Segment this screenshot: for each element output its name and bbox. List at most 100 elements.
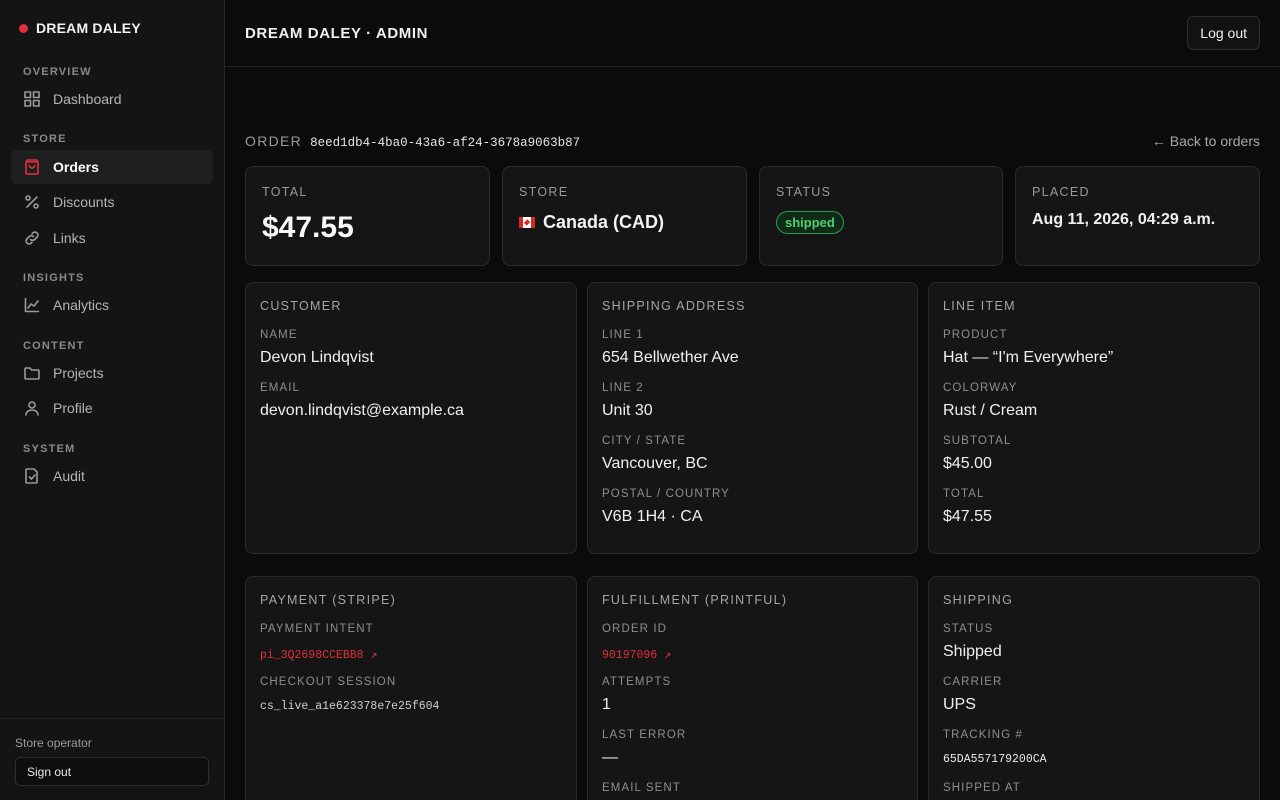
payment-intent-label: PAYMENT INTENT: [260, 623, 374, 635]
user-icon: [23, 399, 41, 417]
sidebar-item-label: Projects: [53, 365, 104, 381]
order-heading: ORDER 8eed1db4-4ba0-43a6-af24-3678a9063b…: [245, 133, 580, 150]
status-card: STATUS shipped: [759, 166, 1003, 266]
sidebar-item-label: Profile: [53, 400, 93, 416]
nav-section-system: SYSTEM: [23, 443, 76, 455]
address-city: Vancouver, BC: [602, 455, 708, 472]
checkout-session-id: cs_live_a1e623378e7e25f604: [260, 700, 440, 713]
sidebar-item-links[interactable]: Links: [11, 221, 213, 255]
order-label: ORDER: [245, 133, 303, 149]
nav-section-store: STORE: [23, 133, 67, 145]
nav-section-overview: OVERVIEW: [23, 66, 92, 78]
name-label: NAME: [260, 329, 298, 341]
brand-name: DREAM DALEY: [36, 20, 141, 36]
placed-value: Aug 11, 2026, 04:29 a.m.: [1032, 211, 1216, 228]
fulfillment-card: FULFILLMENT (PRINTFUL) ORDER ID 90197096…: [587, 576, 918, 800]
address-line2: Unit 30: [602, 402, 653, 419]
order-id: 8eed1db4-4ba0-43a6-af24-3678a9063b87: [310, 136, 581, 150]
fulfillment-title: FULFILLMENT (PRINTFUL): [602, 593, 788, 607]
placed-label: PLACED: [1032, 185, 1090, 199]
colorway-label: COLORWAY: [943, 382, 1018, 394]
checkout-session-label: CHECKOUT SESSION: [260, 676, 397, 688]
brand-dot-icon: [19, 23, 28, 33]
operator-role: Store operator: [15, 736, 92, 750]
sidebar-footer: Store operator Sign out: [0, 718, 224, 800]
status-badge: shipped: [776, 211, 844, 234]
sidebar-item-orders[interactable]: Orders: [11, 150, 213, 184]
customer-title: CUSTOMER: [260, 299, 342, 313]
top-header: DREAM DALEY · ADMIN Log out: [225, 0, 1280, 67]
shipping-card: SHIPPING STATUS Shipped CARRIER UPS TRAC…: [928, 576, 1260, 800]
placed-card: PLACED Aug 11, 2026, 04:29 a.m.: [1015, 166, 1260, 266]
shipped-at-label: SHIPPED AT: [943, 782, 1021, 794]
back-to-orders-link[interactable]: ← Back to orders: [1152, 133, 1260, 149]
page-title: DREAM DALEY · ADMIN: [245, 25, 429, 42]
city-label: CITY / STATE: [602, 435, 687, 447]
payment-intent-link[interactable]: pi_3Q2698CCEBB8 ↗: [260, 647, 377, 662]
total-label: TOTAL: [262, 185, 308, 199]
status-label: STATUS: [776, 185, 832, 199]
sidebar: DREAM DALEY OVERVIEW Dashboard STORE Ord…: [0, 0, 225, 800]
carrier-value: UPS: [943, 696, 976, 713]
sign-out-button[interactable]: Sign out: [15, 757, 209, 786]
address-line1: 654 Bellwether Ave: [602, 349, 739, 366]
sidebar-item-analytics[interactable]: Analytics: [11, 288, 213, 322]
shipping-status-label: STATUS: [943, 623, 994, 635]
tracking-number: 65DA557179200CA: [943, 753, 1047, 766]
carrier-label: CARRIER: [943, 676, 1003, 688]
product-name: Hat — “I'm Everywhere”: [943, 349, 1114, 366]
email-sent-label: EMAIL SENT: [602, 782, 681, 794]
line-item-title: LINE ITEM: [943, 299, 1016, 313]
sidebar-item-discounts[interactable]: Discounts: [11, 185, 213, 219]
sidebar-item-label: Discounts: [53, 194, 115, 210]
attempts-label: ATTEMPTS: [602, 676, 672, 688]
store-label: STORE: [519, 185, 569, 199]
printful-order-link[interactable]: 90197096 ↗: [602, 647, 671, 662]
total-card: TOTAL $47.55: [245, 166, 490, 266]
line-total-label: TOTAL: [943, 488, 985, 500]
shipping-status-value: Shipped: [943, 643, 1002, 660]
sidebar-item-label: Orders: [53, 159, 99, 175]
sidebar-item-label: Dashboard: [53, 91, 122, 107]
file-check-icon: [23, 467, 41, 485]
order-id-label: ORDER ID: [602, 623, 668, 635]
nav-section-content: CONTENT: [23, 340, 85, 352]
line-item-card: LINE ITEM PRODUCT Hat — “I'm Everywhere”…: [928, 282, 1260, 554]
attempts-value: 1: [602, 696, 611, 713]
sidebar-item-dashboard[interactable]: Dashboard: [11, 82, 213, 116]
postal-label: POSTAL / COUNTRY: [602, 488, 730, 500]
brand[interactable]: DREAM DALEY: [19, 20, 141, 36]
chart-line-icon: [23, 296, 41, 314]
payment-card: PAYMENT (STRIPE) PAYMENT INTENT pi_3Q269…: [245, 576, 577, 800]
shipping-address-title: SHIPPING ADDRESS: [602, 299, 746, 313]
tracking-label: TRACKING #: [943, 729, 1024, 741]
sidebar-item-profile[interactable]: Profile: [11, 391, 213, 425]
folder-icon: [23, 364, 41, 382]
last-error-value: —: [602, 749, 618, 766]
link-icon: [23, 229, 41, 247]
product-label: PRODUCT: [943, 329, 1008, 341]
sidebar-item-label: Analytics: [53, 297, 110, 313]
log-out-button[interactable]: Log out: [1187, 16, 1260, 50]
colorway-value: Rust / Cream: [943, 402, 1038, 419]
shipping-title: SHIPPING: [943, 593, 1014, 607]
sidebar-item-label: Audit: [53, 468, 85, 484]
address-postal: V6B 1H4 · CA: [602, 508, 703, 525]
store-value: Canada (CAD): [543, 212, 665, 232]
payment-title: PAYMENT (STRIPE): [260, 593, 397, 607]
subtotal-value: $45.00: [943, 455, 992, 472]
bag-icon: [23, 158, 41, 176]
sidebar-item-audit[interactable]: Audit: [11, 459, 213, 493]
line1-label: LINE 1: [602, 329, 644, 341]
customer-email[interactable]: devon.lindqvist@example.ca: [260, 402, 464, 420]
last-error-label: LAST ERROR: [602, 729, 687, 741]
nav-section-insights: INSIGHTS: [23, 272, 85, 284]
email-label: EMAIL: [260, 382, 301, 394]
store-card: STORE Canada (CAD): [502, 166, 747, 266]
shipping-address-card: SHIPPING ADDRESS LINE 1 654 Bellwether A…: [587, 282, 918, 554]
sidebar-item-projects[interactable]: Projects: [11, 356, 213, 390]
line-total-value: $47.55: [943, 508, 992, 525]
subtotal-label: SUBTOTAL: [943, 435, 1012, 447]
store-value-row: Canada (CAD): [519, 212, 664, 233]
sidebar-item-label: Links: [53, 230, 86, 246]
